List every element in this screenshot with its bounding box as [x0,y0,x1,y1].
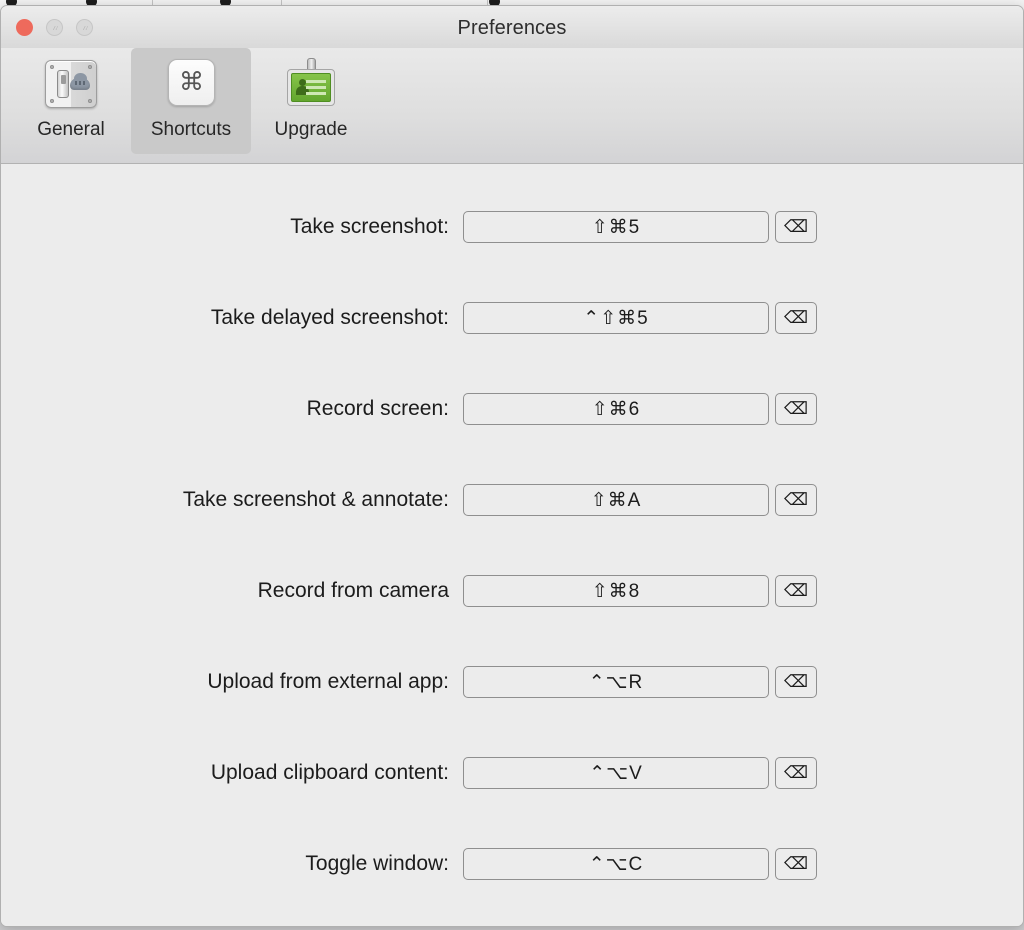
shortcut-input[interactable]: ⇧⌘5 [463,211,769,243]
usb-cloud-icon [40,55,102,113]
shortcut-row: Record from camera ⇧⌘8 ⌫ [1,566,1023,616]
shortcut-row-label: Record screen: [306,397,449,420]
clear-shortcut-button[interactable]: ⌫ [775,302,817,334]
shortcut-row: Upload clipboard content: ⌃⌥V ⌫ [1,748,1023,798]
tab-shortcuts-label: Shortcuts [150,119,232,140]
clear-shortcut-button[interactable]: ⌫ [775,757,817,789]
command-key-icon: ⌘ [160,55,222,113]
id-badge-icon [280,55,342,113]
shortcut-input[interactable]: ⇧⌘6 [463,393,769,425]
shortcut-input[interactable]: ⌃⌥C [463,848,769,880]
title-bar[interactable]: Preferences [1,6,1023,48]
clear-shortcut-button[interactable]: ⌫ [775,666,817,698]
tab-shortcuts[interactable]: ⌘ Shortcuts [131,48,251,154]
shortcuts-pane: Take screenshot: ⇧⌘5 ⌫ Take delayed screens… [1,164,1023,926]
shortcut-row: Take delayed screenshot: ⌃⇧⌘5 ⌫ [1,293,1023,343]
preferences-toolbar: General ⌘ Shortcuts Upgrade [1,48,1023,164]
shortcut-input[interactable]: ⇧⌘A [463,484,769,516]
shortcut-input[interactable]: ⌃⇧⌘5 [463,302,769,334]
shortcut-row-label: Take screenshot: [290,215,449,238]
shortcut-row-label: Take delayed screenshot: [210,306,449,329]
shortcut-input[interactable]: ⇧⌘8 [463,575,769,607]
shortcut-row-label: Upload from external app: [207,670,449,693]
tab-upgrade-label: Upgrade [274,119,348,140]
clear-shortcut-button[interactable]: ⌫ [775,393,817,425]
shortcut-row-label: Record from camera [257,579,449,602]
tab-upgrade[interactable]: Upgrade [251,48,371,154]
tab-general[interactable]: General [11,48,131,154]
tab-general-label: General [37,119,105,140]
shortcut-row: Upload from external app: ⌃⌥R ⌫ [1,657,1023,707]
shortcut-row-label: Upload clipboard content: [210,761,449,784]
shortcut-input[interactable]: ⌃⌥V [463,757,769,789]
shortcut-input[interactable]: ⌃⌥R [463,666,769,698]
clear-shortcut-button[interactable]: ⌫ [775,575,817,607]
window-title: Preferences [457,17,567,39]
shortcut-row-label: Take screenshot & annotate: [182,488,449,511]
shortcut-row: Record screen: ⇧⌘6 ⌫ [1,384,1023,434]
shortcut-row: Take screenshot & annotate: ⇧⌘A ⌫ [1,475,1023,525]
screen: Preferences General ⌘ Shortcuts Upgrade … [0,0,1024,930]
shortcut-row: Take screenshot: ⇧⌘5 ⌫ [1,202,1023,252]
shortcut-row: Toggle window: ⌃⌥C ⌫ [1,839,1023,889]
preferences-window: Preferences General ⌘ Shortcuts Upgrade … [0,5,1024,927]
clear-shortcut-button[interactable]: ⌫ [775,848,817,880]
clear-shortcut-button[interactable]: ⌫ [775,484,817,516]
shortcut-row-list: Take screenshot: ⇧⌘5 ⌫ Take delayed screens… [1,202,1023,889]
clear-shortcut-button[interactable]: ⌫ [775,211,817,243]
shortcut-row-label: Toggle window: [305,852,449,875]
